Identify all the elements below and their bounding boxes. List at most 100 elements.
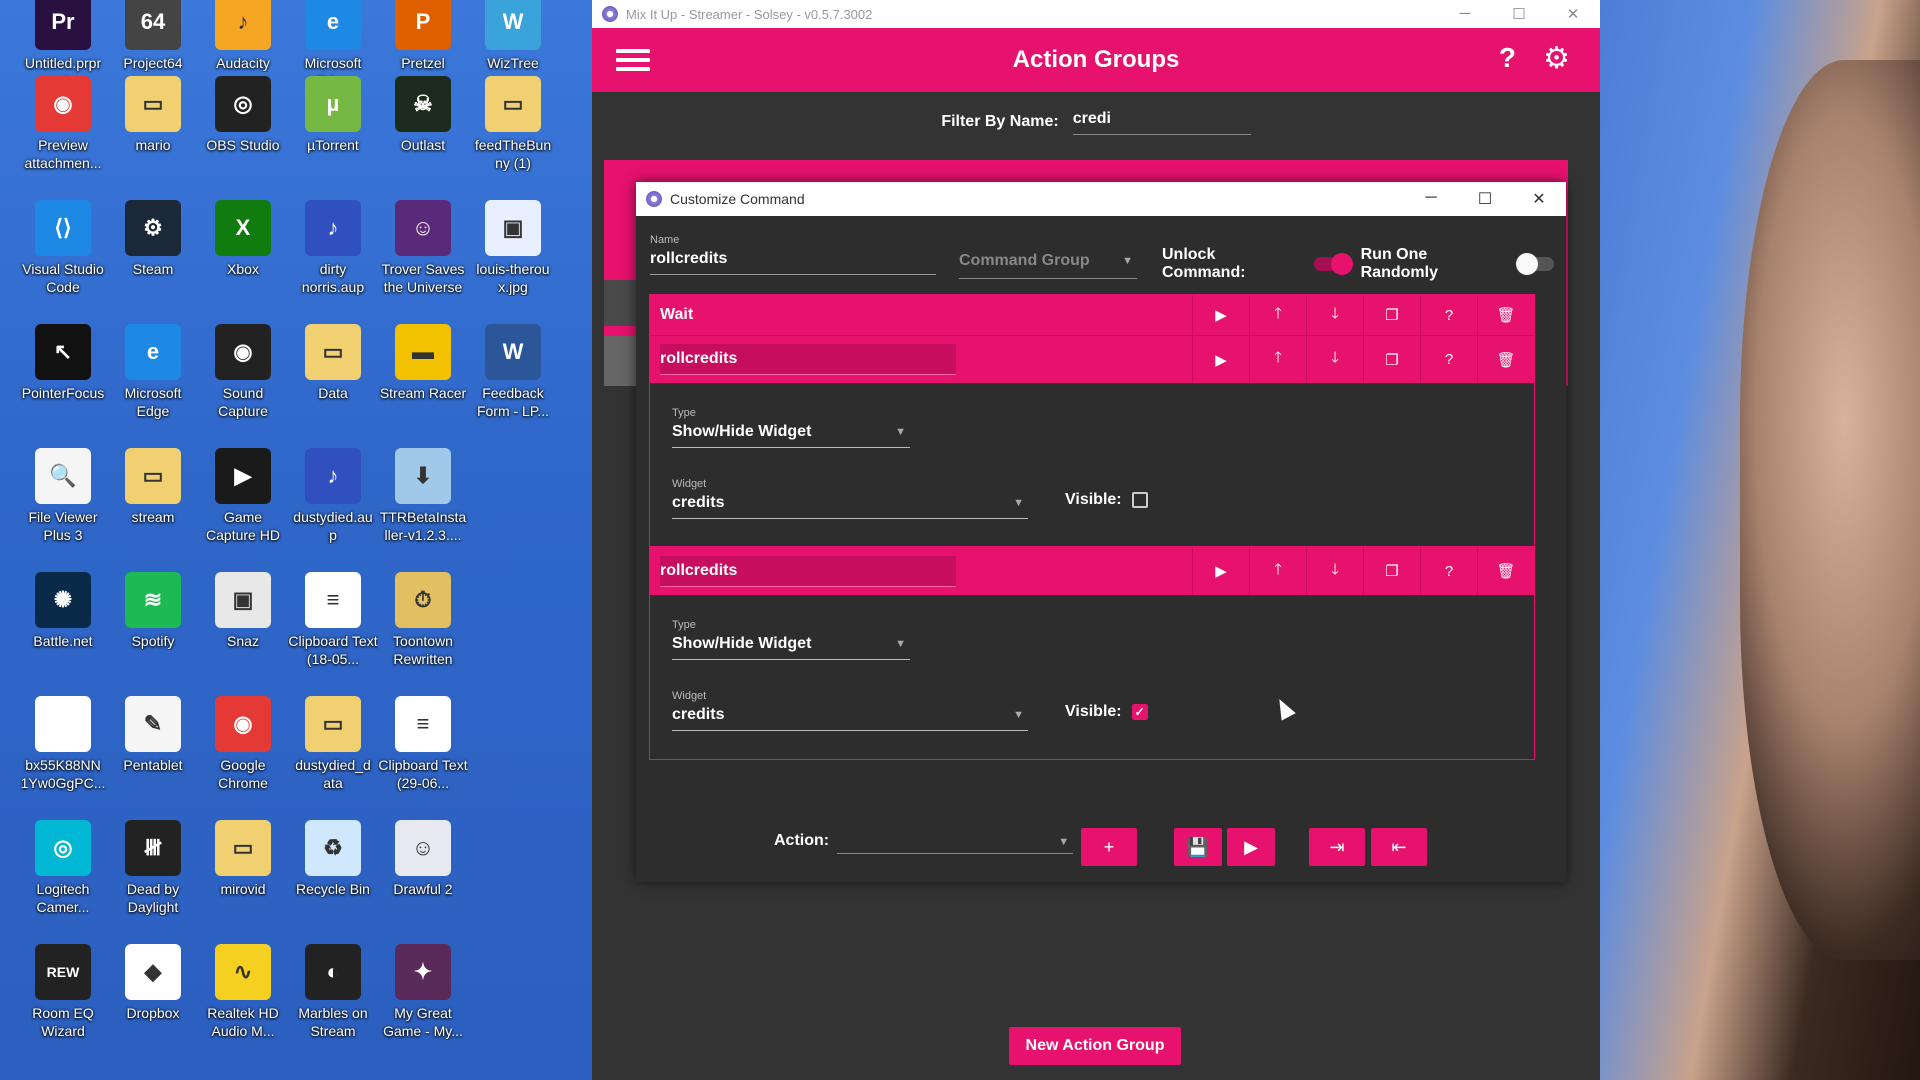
desktop-icon[interactable]: ♪ Audacity <box>198 0 288 72</box>
command-group-select[interactable]: Command Group ▼ <box>959 252 1137 279</box>
minimize-icon[interactable]: ─ <box>1438 5 1492 23</box>
desktop-icon[interactable]: ♪ dustydied.au p <box>288 448 378 544</box>
new-action-group-button[interactable]: New Action Group <box>1009 1027 1181 1065</box>
desktop-icon[interactable]: ⚙ Steam <box>108 200 198 278</box>
action-header[interactable]: rollcredits ▶ 🡑 🡓 ❐ ? 🗑 <box>650 547 1534 595</box>
move-down-icon[interactable]: 🡓 <box>1306 547 1363 595</box>
action-title-input[interactable]: rollcredits <box>660 555 956 587</box>
desktop-icon[interactable]: REW Room EQ Wizard <box>18 944 108 1040</box>
desktop-icon[interactable]: ◎ Logitech Camer... <box>18 820 108 916</box>
desktop-icon[interactable]: ↖ PointerFocus <box>18 324 108 402</box>
delete-icon[interactable]: 🗑 <box>1477 295 1534 335</box>
close-icon[interactable]: ✕ <box>1546 5 1600 23</box>
action-title-input[interactable]: rollcredits <box>660 344 956 375</box>
desktop-icon[interactable]: ⟨⟩ Visual Studio Code <box>18 200 108 296</box>
desktop-icon[interactable]: 64 Project64 <box>108 0 198 72</box>
move-up-icon[interactable]: 🡑 <box>1249 336 1306 383</box>
dialog-title-bar[interactable]: Customize Command ─ ☐ ✕ <box>636 182 1566 216</box>
desktop-icon[interactable]: ▭ stream <box>108 448 198 526</box>
maximize-icon[interactable]: ☐ <box>1492 5 1546 23</box>
play-icon[interactable]: ▶ <box>1192 336 1249 383</box>
widget-select[interactable]: Widget credits ▼ <box>672 478 1028 519</box>
help-icon[interactable]: ? <box>1420 336 1477 383</box>
desktop-icon[interactable]: P Pretzel <box>378 0 468 72</box>
copy-icon[interactable]: ❐ <box>1363 295 1420 335</box>
play-icon[interactable]: ▶ <box>1192 547 1249 595</box>
add-action-button[interactable]: + <box>1081 828 1137 866</box>
desktop-icon[interactable]: ∿ Realtek HD Audio M... <box>198 944 288 1040</box>
desktop-icon[interactable]: bx55K88NN 1Yw0GgPC... <box>18 696 108 792</box>
copy-icon[interactable]: ❐ <box>1363 547 1420 595</box>
move-down-icon[interactable]: 🡓 <box>1306 295 1363 335</box>
desktop-icon[interactable]: ✺ Battle.net <box>18 572 108 650</box>
gear-icon[interactable]: ⚙ <box>1543 41 1570 76</box>
help-icon[interactable]: ? <box>1420 295 1477 335</box>
desktop-icon[interactable]: µ µTorrent <box>288 76 378 154</box>
desktop-icon[interactable]: ♪ dirty norris.aup <box>288 200 378 296</box>
desktop-icon[interactable]: ◐ Marbles on Stream <box>288 944 378 1040</box>
desktop-icon[interactable]: ≡ Clipboard Text (18-05... <box>288 572 378 668</box>
copy-icon[interactable]: ❐ <box>1363 336 1420 383</box>
move-up-icon[interactable]: 🡑 <box>1249 295 1306 335</box>
desktop-icon[interactable]: ◆ Dropbox <box>108 944 198 1022</box>
desktop-icon[interactable]: W WizTree <box>468 0 558 72</box>
desktop-icon[interactable]: ▭ feedTheBun ny (1) <box>468 76 558 172</box>
save-button[interactable]: 💾 <box>1174 828 1222 866</box>
type-select[interactable]: Type Show/Hide Widget ▼ <box>672 619 910 660</box>
move-down-icon[interactable]: 🡓 <box>1306 336 1363 383</box>
main-title-bar[interactable]: Mix It Up - Streamer - Solsey - v0.5.7.3… <box>592 0 1600 28</box>
desktop-icon[interactable]: ✦ My Great Game - My... <box>378 944 468 1040</box>
desktop-icon[interactable]: ◉ Preview attachmen... <box>18 76 108 172</box>
play-icon[interactable]: ▶ <box>1192 295 1249 335</box>
desktop-icon[interactable]: ▭ mirovid <box>198 820 288 898</box>
import-button[interactable]: ⇤ <box>1371 828 1427 866</box>
name-value[interactable]: rollcredits <box>650 246 936 274</box>
help-icon[interactable]: ? <box>1499 42 1516 74</box>
help-icon[interactable]: ? <box>1420 547 1477 595</box>
desktop-icon[interactable]: ⬇ TTRBetaInsta ller-v1.2.3.... <box>378 448 468 544</box>
desktop-icon[interactable]: ✎ Pentablet <box>108 696 198 774</box>
desktop-icon[interactable]: ⏱ Toontown Rewritten <box>378 572 468 668</box>
desktop-icon[interactable]: ▭ Data <box>288 324 378 402</box>
type-select[interactable]: Type Show/Hide Widget ▼ <box>672 407 910 448</box>
desktop-icon[interactable]: W Feedback Form - LP... <box>468 324 558 420</box>
visible-checkbox-checked[interactable]: ✓ <box>1131 704 1148 720</box>
maximize-icon[interactable]: ☐ <box>1458 189 1512 209</box>
desktop-icon[interactable]: ▭ mario <box>108 76 198 154</box>
close-icon[interactable]: ✕ <box>1512 189 1566 209</box>
unlock-toggle[interactable] <box>1314 253 1353 275</box>
action-select[interactable]: ▼ <box>837 828 1074 854</box>
desktop-icon[interactable]: ☠ Outlast <box>378 76 468 154</box>
run-randomly-toggle[interactable] <box>1515 253 1555 275</box>
desktop-icon[interactable]: 🔍 File Viewer Plus 3 <box>18 448 108 544</box>
visible-checkbox[interactable] <box>1131 492 1148 508</box>
desktop-icon[interactable]: ▬ Stream Racer <box>378 324 468 402</box>
desktop-icon[interactable]: e Microsoft Edge <box>108 324 198 420</box>
desktop-icon[interactable]: X Xbox <box>198 200 288 278</box>
minimize-icon[interactable]: ─ <box>1404 189 1458 209</box>
desktop-icon[interactable]: ≡ Clipboard Text (29-06... <box>378 696 468 792</box>
desktop-icon[interactable]: ◎ OBS Studio <box>198 76 288 154</box>
desktop-icon[interactable]: ☺ Drawful 2 <box>378 820 468 898</box>
export-button[interactable]: ⇥ <box>1309 828 1365 866</box>
action-header[interactable]: rollcredits ▶ 🡑 🡓 ❐ ? 🗑 <box>650 335 1534 383</box>
name-field[interactable]: Name rollcredits <box>650 234 936 275</box>
widget-select[interactable]: Widget credits ▼ <box>672 690 1028 731</box>
delete-icon[interactable]: 🗑 <box>1477 336 1534 383</box>
desktop-icon[interactable]: ♻ Recycle Bin <box>288 820 378 898</box>
desktop-icon[interactable]: ◉ Google Chrome <box>198 696 288 792</box>
desktop-icon[interactable]: ▶ Game Capture HD <box>198 448 288 544</box>
desktop-icon[interactable]: ▣ louis-therou x.jpg <box>468 200 558 296</box>
desktop-icon[interactable]: ▣ Snaz <box>198 572 288 650</box>
desktop-icon[interactable]: ≋ Spotify <box>108 572 198 650</box>
delete-icon[interactable]: 🗑 <box>1477 547 1534 595</box>
menu-icon[interactable] <box>616 44 650 76</box>
desktop-icon[interactable]: ▭ dustydied_d ata <box>288 696 378 792</box>
desktop-icon[interactable]: ☺ Trover Saves the Universe <box>378 200 468 296</box>
desktop-icon[interactable]: 𝍸 Dead by Daylight <box>108 820 198 916</box>
move-up-icon[interactable]: 🡑 <box>1249 547 1306 595</box>
test-button[interactable]: ▶ <box>1227 828 1275 866</box>
desktop-icon[interactable]: ◉ Sound Capture <box>198 324 288 420</box>
filter-input[interactable] <box>1072 108 1251 135</box>
action-header[interactable]: Wait ▶ 🡑 🡓 ❐ ? 🗑 <box>650 295 1534 335</box>
